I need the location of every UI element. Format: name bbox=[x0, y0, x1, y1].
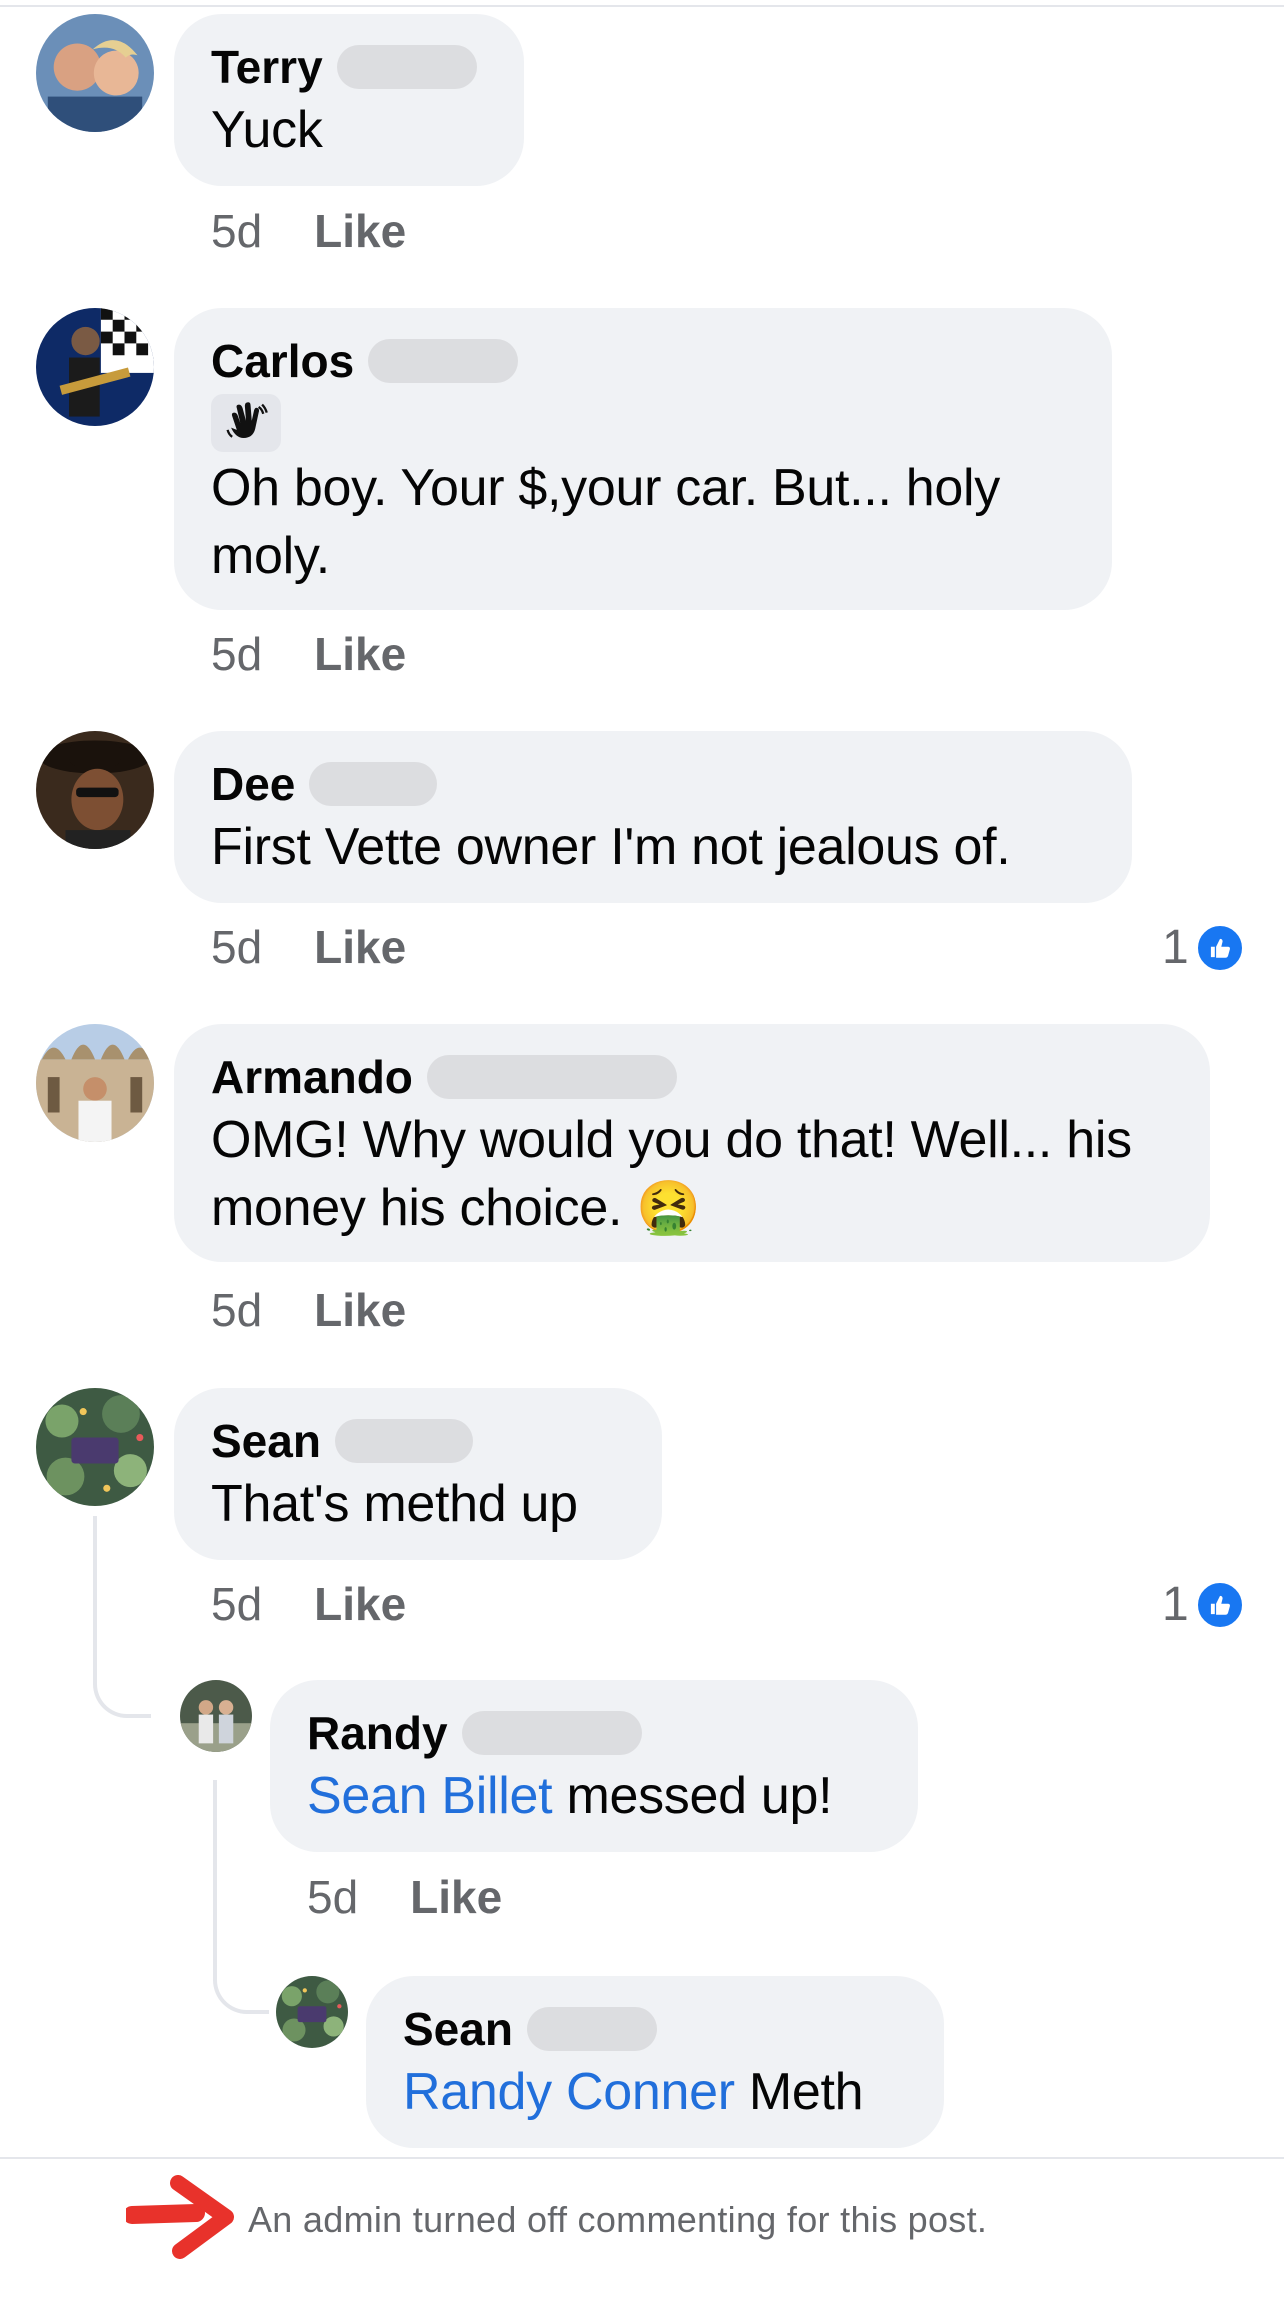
comment-text: That's methd up bbox=[211, 1475, 578, 1533]
like-button[interactable]: Like bbox=[314, 1577, 406, 1631]
comment-bubble[interactable]: Dee First Vette owner I'm not jealous of… bbox=[174, 731, 1132, 903]
comment-meta: 5d Like bbox=[211, 204, 406, 258]
commenter-name[interactable]: Dee bbox=[211, 755, 295, 813]
comment-meta: 5d Like bbox=[211, 627, 406, 681]
redacted-surname bbox=[336, 45, 477, 89]
commenter-name[interactable]: Carlos bbox=[211, 332, 354, 390]
comment-text: Yuck bbox=[211, 101, 323, 159]
like-reaction-icon bbox=[1194, 922, 1245, 973]
comments-disabled-text: An admin turned off commenting for this … bbox=[248, 2198, 988, 2240]
reply-text: Randy Conner Meth bbox=[403, 2058, 908, 2126]
red-arrow-icon bbox=[123, 2175, 236, 2264]
avatar-sean-reply[interactable] bbox=[276, 1976, 348, 2048]
comment-bubble[interactable]: Armando OMG! Why would you do that! Well… bbox=[174, 1024, 1210, 1262]
avatar-carlos[interactable] bbox=[36, 308, 154, 426]
reply-bubble[interactable]: Randy Sean Billet messed up! bbox=[270, 1680, 918, 1852]
comment-time: 5d bbox=[211, 1284, 263, 1336]
comment-meta: 5d Like bbox=[211, 1283, 406, 1337]
footer-divider bbox=[0, 2157, 1284, 2159]
comment-bubble[interactable]: Sean That's methd up bbox=[174, 1388, 662, 1560]
comment-time: 5d bbox=[211, 205, 263, 257]
mention-link[interactable]: Sean Billet bbox=[307, 1767, 553, 1825]
mention-link[interactable]: Randy Conner bbox=[403, 2063, 735, 2121]
like-button[interactable]: Like bbox=[314, 920, 406, 974]
avatar-armando[interactable] bbox=[36, 1024, 154, 1142]
comment-meta: 5d Like bbox=[211, 1577, 406, 1631]
reply-bubble[interactable]: Sean Randy Conner Meth bbox=[366, 1976, 944, 2148]
comment-time: 5d bbox=[211, 628, 263, 680]
comments-disabled-notice: An admin turned off commenting for this … bbox=[123, 2175, 988, 2264]
comment-text: OMG! Why would you do that! Well... his … bbox=[211, 1106, 1191, 1242]
commenter-name[interactable]: Terry bbox=[211, 38, 323, 96]
avatar-dee[interactable] bbox=[36, 731, 154, 849]
reply-text: Sean Billet messed up! bbox=[307, 1762, 882, 1830]
redacted-surname bbox=[368, 339, 519, 383]
reply-time: 5d bbox=[307, 1871, 359, 1923]
commenter-name[interactable]: Sean bbox=[211, 1412, 321, 1470]
like-button[interactable]: Like bbox=[410, 1870, 502, 1924]
redacted-surname bbox=[526, 2007, 657, 2051]
reply-text-body: Meth bbox=[734, 2063, 864, 2121]
like-button[interactable]: Like bbox=[314, 627, 406, 681]
redacted-surname bbox=[426, 1055, 677, 1099]
redacted-surname bbox=[461, 1711, 642, 1755]
commenter-name[interactable]: Sean bbox=[403, 2000, 513, 2058]
waving-hand-icon bbox=[211, 394, 281, 452]
commenter-name[interactable]: Armando bbox=[211, 1048, 413, 1106]
redacted-surname bbox=[334, 1419, 473, 1463]
comment-meta: 5d Like bbox=[211, 920, 406, 974]
redacted-surname bbox=[309, 762, 438, 806]
comment-time: 5d bbox=[211, 1578, 263, 1630]
comment-bubble[interactable]: Terry Yuck bbox=[174, 14, 524, 186]
like-button[interactable]: Like bbox=[314, 204, 406, 258]
avatar-randy[interactable] bbox=[180, 1680, 252, 1752]
top-divider bbox=[0, 5, 1284, 7]
comment-text: Oh boy. Your $,your car. But... holy mol… bbox=[211, 459, 1000, 585]
reaction-count: 1 bbox=[1162, 921, 1189, 974]
reply-thread-line bbox=[93, 1516, 151, 1718]
avatar-sean[interactable] bbox=[36, 1388, 154, 1506]
reaction-summary[interactable]: 1 bbox=[1162, 1577, 1245, 1632]
comment-time: 5d bbox=[211, 921, 263, 973]
avatar-terry[interactable] bbox=[36, 14, 154, 132]
reaction-count: 1 bbox=[1162, 1578, 1189, 1631]
reaction-summary[interactable]: 1 bbox=[1162, 920, 1245, 975]
comment-text: First Vette owner I'm not jealous of. bbox=[211, 818, 1011, 876]
like-reaction-icon bbox=[1194, 1579, 1245, 1630]
vomiting-face-emoji: 🤮 bbox=[636, 1179, 701, 1237]
commenter-name[interactable]: Randy bbox=[307, 1704, 448, 1762]
reply-text-body: messed up! bbox=[552, 1767, 833, 1825]
reply-meta: 5d Like bbox=[307, 1870, 502, 1924]
like-button[interactable]: Like bbox=[314, 1283, 406, 1337]
reply-thread-line bbox=[213, 1780, 269, 2014]
comment-bubble[interactable]: Carlos Oh boy. Your $,your car. But... h… bbox=[174, 308, 1112, 610]
